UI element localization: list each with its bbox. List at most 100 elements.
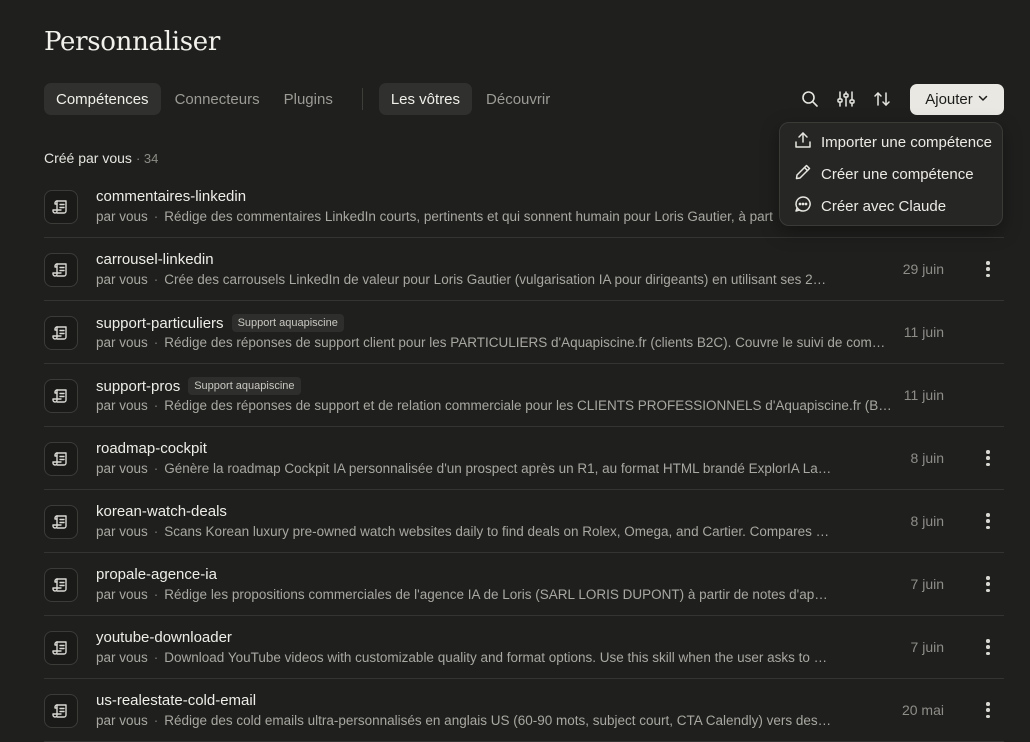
- skill-date: 11 juin: [903, 387, 944, 403]
- skill-badge: Support aquapiscine: [231, 314, 344, 332]
- more-vertical-icon[interactable]: [984, 510, 992, 532]
- skill-row[interactable]: us-realestate-cold-email par vous · Rédige …: [44, 679, 1004, 742]
- more-vertical-icon[interactable]: [984, 258, 992, 280]
- skill-scroll-icon: [44, 631, 78, 665]
- skill-separator: ·: [153, 209, 159, 224]
- skill-separator: ·: [153, 713, 159, 728]
- more-vertical-icon[interactable]: [984, 573, 992, 595]
- more-vertical-icon[interactable]: [984, 447, 992, 469]
- skill-description: Rédige les propositions commerciales de …: [164, 587, 832, 602]
- skill-author: par vous: [96, 461, 148, 476]
- create-skill-item[interactable]: Créer une compétence: [780, 158, 1002, 190]
- skill-scroll-icon: [44, 316, 78, 350]
- skill-subtitle: par vous · Rédige les propositions commerc…: [96, 587, 832, 602]
- skill-author: par vous: [96, 587, 148, 602]
- skill-scroll-icon: [44, 379, 78, 413]
- add-button[interactable]: Ajouter: [910, 84, 1004, 115]
- skill-description: Génère la roadmap Cockpit IA personnalis…: [164, 461, 832, 476]
- section-count: · 34: [135, 151, 159, 166]
- skill-author: par vous: [96, 272, 148, 287]
- more-vertical-icon[interactable]: [984, 699, 992, 721]
- skill-description: Download YouTube videos with customizabl…: [164, 650, 828, 665]
- skill-separator: ·: [153, 650, 159, 665]
- skill-author: par vous: [96, 650, 148, 665]
- tab-divider: [361, 88, 363, 110]
- skill-author: par vous: [96, 398, 148, 413]
- sort-arrows-icon[interactable]: [870, 87, 894, 111]
- filter-sliders-icon[interactable]: [834, 87, 858, 111]
- skill-name-line: carrousel-linkedin: [96, 251, 214, 268]
- skill-subtitle: par vous · Scans Korean luxury pre-owned w…: [96, 524, 832, 539]
- skill-subtitle: par vous · Rédige des cold emails ultra-pe…: [96, 713, 832, 728]
- skill-description: Rédige des réponses de support et de rel…: [164, 398, 892, 413]
- section-header: Créé par vous · 34: [44, 150, 158, 166]
- chat-bubble-icon: [794, 195, 812, 217]
- skill-name: support-particuliers: [96, 314, 224, 332]
- skill-date: 8 juin: [910, 513, 944, 529]
- tab-connecteurs[interactable]: Connecteurs: [163, 83, 272, 115]
- skill-list: commentaires-linkedin par vous · Rédige des…: [44, 175, 1004, 742]
- add-dropdown-menu: Importer une compétence Créer une compét…: [779, 122, 1003, 226]
- skill-date: 29 juin: [902, 261, 944, 277]
- skill-row[interactable]: youtube-downloader par vous · Download YouT…: [44, 616, 1004, 679]
- skill-scroll-icon: [44, 190, 78, 224]
- skill-subtitle: par vous · Rédige des réponses de support …: [96, 335, 892, 350]
- upload-icon: [794, 131, 812, 153]
- section-title: Créé par vous: [44, 150, 132, 166]
- skill-row[interactable]: korean-watch-deals par vous · Scans Korean …: [44, 490, 1004, 553]
- skill-row[interactable]: carrousel-linkedin par vous · Crée des carr…: [44, 238, 1004, 301]
- skill-name-line: korean-watch-deals: [96, 503, 227, 520]
- tab-decouvrir[interactable]: Découvrir: [474, 83, 562, 115]
- skill-description: Rédige des commentaires LinkedIn courts,…: [164, 209, 773, 224]
- skill-name-line: support-particuliers Support aquapiscine: [96, 314, 344, 332]
- skill-subtitle: par vous · Rédige des réponses de support …: [96, 398, 892, 413]
- skill-name-line: propale-agence-ia: [96, 566, 217, 583]
- skill-name: youtube-downloader: [96, 629, 232, 646]
- skill-row[interactable]: support-pros Support aquapiscine par vous ·…: [44, 364, 1004, 427]
- skill-separator: ·: [153, 587, 159, 602]
- page-title: Personnaliser: [44, 27, 221, 57]
- tab-competences[interactable]: Compétences: [44, 83, 161, 115]
- skill-name: carrousel-linkedin: [96, 251, 214, 268]
- skill-name: commentaires-linkedin: [96, 188, 247, 205]
- tab-les-votres[interactable]: Les vôtres: [378, 83, 473, 115]
- skill-subtitle: par vous · Rédige des commentaires LinkedI…: [96, 209, 856, 224]
- skill-date: 7 juin: [910, 639, 944, 655]
- skill-name: support-pros: [96, 377, 181, 395]
- skill-date: 7 juin: [910, 576, 944, 592]
- skill-author: par vous: [96, 524, 148, 539]
- skill-name: us-realestate-cold-email: [96, 692, 257, 709]
- skill-row[interactable]: roadmap-cockpit par vous · Génère la roadma…: [44, 427, 1004, 490]
- skill-author: par vous: [96, 713, 148, 728]
- skill-scroll-icon: [44, 442, 78, 476]
- skill-separator: ·: [153, 272, 159, 287]
- skill-name: propale-agence-ia: [96, 566, 217, 583]
- skill-separator: ·: [153, 335, 159, 350]
- skill-name-line: roadmap-cockpit: [96, 440, 207, 457]
- tab-plugins[interactable]: Plugins: [272, 83, 345, 115]
- create-skill-label: Créer une compétence: [821, 165, 974, 183]
- skill-subtitle: par vous · Crée des carrousels LinkedIn de…: [96, 272, 832, 287]
- skill-scroll-icon: [44, 568, 78, 602]
- skill-scroll-icon: [44, 505, 78, 539]
- tab-bar: Compétences Connecteurs Plugins Les vôtr…: [44, 83, 562, 115]
- skill-badge: Support aquapiscine: [188, 377, 301, 395]
- skill-row[interactable]: propale-agence-ia par vous · Rédige les pro…: [44, 553, 1004, 616]
- create-with-claude-item[interactable]: Créer avec Claude: [780, 190, 1002, 222]
- skill-separator: ·: [153, 398, 159, 413]
- create-with-claude-label: Créer avec Claude: [821, 197, 947, 215]
- skill-subtitle: par vous · Génère la roadmap Cockpit IA pe…: [96, 461, 832, 476]
- skill-name-line: commentaires-linkedin: [96, 188, 246, 205]
- skill-name-line: youtube-downloader: [96, 629, 232, 646]
- skill-name-line: support-pros Support aquapiscine: [96, 377, 301, 395]
- skill-row[interactable]: support-particuliers Support aquapiscine p…: [44, 301, 1004, 364]
- search-icon[interactable]: [798, 87, 822, 111]
- skill-separator: ·: [153, 461, 159, 476]
- skill-scroll-icon: [44, 253, 78, 287]
- skill-name-line: us-realestate-cold-email: [96, 692, 256, 709]
- skill-description: Rédige des cold emails ultra-personnalis…: [164, 713, 832, 728]
- import-skill-item[interactable]: Importer une compétence: [780, 126, 1002, 158]
- skill-description: Rédige des réponses de support client po…: [164, 335, 892, 350]
- more-vertical-icon[interactable]: [984, 636, 992, 658]
- skill-date: 8 juin: [910, 450, 944, 466]
